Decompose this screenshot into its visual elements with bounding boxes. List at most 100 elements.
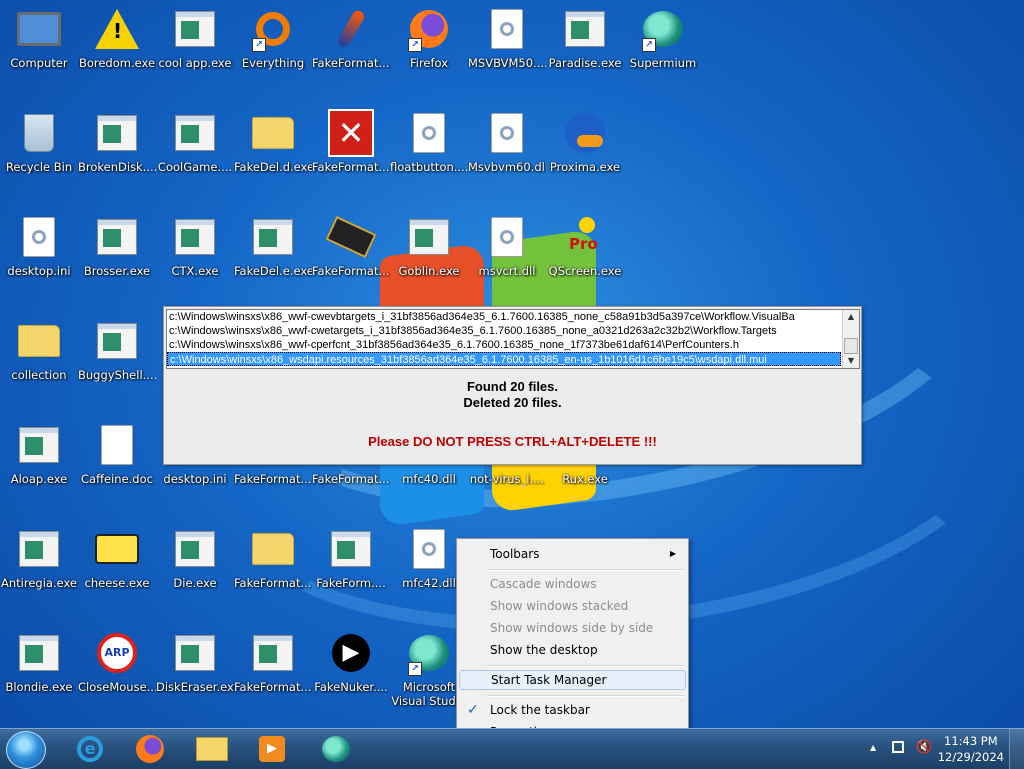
- taskbar[interactable]: e ▶ ▲ 🔇 11:43 PM 12/29/2024: [0, 728, 1024, 769]
- desktop-icon[interactable]: MSVBVM50....: [468, 0, 546, 90]
- menu-separator: [487, 695, 684, 697]
- icon-image: [172, 214, 218, 260]
- menu-separator: [487, 569, 684, 571]
- scroll-down-icon[interactable]: ▼: [843, 354, 859, 368]
- application-icon: [565, 11, 605, 47]
- desktop-icon-label: CloseMouse....: [78, 680, 156, 694]
- icon-image: [16, 6, 62, 52]
- volume-muted-icon[interactable]: 🔇: [916, 740, 932, 755]
- desktop-icon[interactable]: Proxima.exe: [546, 104, 624, 194]
- desktop-icon-label: Proxima.exe: [549, 160, 621, 174]
- icon-image: [406, 214, 452, 260]
- desktop-icon-label: Supermium: [629, 56, 697, 70]
- desktop-icon-label: FakeNuker....: [314, 680, 388, 694]
- desktop-icon-label: BrokenDisk....: [78, 160, 156, 174]
- list-item[interactable]: c:\Windows\winsxs\x86_wwf-cperfcnt_31bf3…: [167, 338, 843, 352]
- icon-image: [172, 526, 218, 572]
- taskbar-supermium[interactable]: [310, 731, 362, 767]
- desktop-icon[interactable]: ✕ FakeFormat....: [312, 104, 390, 194]
- desktop-icon[interactable]: BuggyShell....: [78, 312, 156, 402]
- desktop-icon[interactable]: cheese.exe: [78, 520, 156, 610]
- desktop-icon[interactable]: Blondie.exe: [0, 624, 78, 714]
- desktop-icon[interactable]: Recycle Bin: [0, 104, 78, 194]
- start-button[interactable]: [6, 731, 46, 769]
- desktop-icon-label: cool app.exe: [158, 56, 232, 70]
- icon-image: ↗: [406, 6, 452, 52]
- desktop-icon[interactable]: ↗ Everything: [234, 0, 312, 90]
- taskbar-media-player[interactable]: ▶: [246, 731, 298, 767]
- desktop-icon[interactable]: BrokenDisk....: [78, 104, 156, 194]
- desktop-icon[interactable]: ! Boredom.exe: [78, 0, 156, 90]
- desktop-icon[interactable]: FakeForm....: [312, 520, 390, 610]
- desktop-icon[interactable]: floatbutton....: [390, 104, 468, 194]
- taskbar-explorer[interactable]: [186, 731, 238, 767]
- taskbar-internet-explorer[interactable]: e: [64, 731, 116, 767]
- icon-image: [562, 214, 608, 260]
- icon-image: [172, 630, 218, 676]
- desktop-icon[interactable]: ↗ Supermium: [624, 0, 702, 90]
- desktop-icon[interactable]: FakeFormat....: [312, 0, 390, 90]
- desktop-icon[interactable]: DiskEraser.exe: [156, 624, 234, 714]
- icon-image: [16, 318, 62, 364]
- taskbar-firefox[interactable]: [124, 731, 176, 767]
- red-x-icon: ✕: [328, 109, 374, 157]
- list-item-selected[interactable]: c:\Windows\winsxs\x86_wsdapi.resources_3…: [167, 352, 841, 366]
- deleted-files-listbox[interactable]: c:\Windows\winsxs\x86_wwf-cwevbtargets_i…: [166, 309, 860, 369]
- menu-item-lock-taskbar[interactable]: ✓ Lock the taskbar: [459, 700, 686, 720]
- icon-image: [172, 110, 218, 156]
- menu-item-toolbars[interactable]: Toolbars ▶: [459, 544, 686, 564]
- icon-image: [94, 422, 140, 468]
- desktop-icon[interactable]: Msvbvm60.dll: [468, 104, 546, 194]
- desktop-icon-label: cheese.exe: [84, 576, 150, 590]
- show-desktop-button[interactable]: [1009, 729, 1024, 769]
- desktop-icon[interactable]: Goblin.exe: [390, 208, 468, 298]
- network-icon[interactable]: [892, 741, 904, 753]
- internet-explorer-icon: e: [77, 736, 103, 762]
- clock[interactable]: 11:43 PM 12/29/2024: [938, 733, 1004, 765]
- menu-item-cascade-windows: Cascade windows: [490, 577, 597, 591]
- desktop-icon[interactable]: Antiregia.exe: [0, 520, 78, 610]
- desktop-icon[interactable]: FakeFormat....: [234, 520, 312, 610]
- application-icon: [175, 531, 215, 567]
- media-player-icon: ▶: [259, 736, 285, 762]
- desktop-icon[interactable]: CoolGame....: [156, 104, 234, 194]
- desktop-icon[interactable]: FakeFormat....: [234, 624, 312, 714]
- desktop-icon[interactable]: desktop.ini: [0, 208, 78, 298]
- menu-item-start-task-manager[interactable]: Start Task Manager: [459, 670, 686, 690]
- settings-file-icon: [413, 529, 445, 569]
- desktop-icon-label: mfc40.dll: [402, 472, 456, 486]
- desktop-icon[interactable]: Computer: [0, 0, 78, 90]
- desktop-icon[interactable]: Paradise.exe: [546, 0, 624, 90]
- scroll-up-icon[interactable]: ▲: [843, 310, 859, 324]
- application-icon: [19, 531, 59, 567]
- desktop-icon-label: QScreen.exe: [548, 264, 622, 278]
- desktop-icon[interactable]: Brosser.exe: [78, 208, 156, 298]
- scroll-thumb[interactable]: [844, 338, 858, 354]
- desktop-icon[interactable]: msvcrt.dll: [468, 208, 546, 298]
- desktop-icon-label: DiskEraser.exe: [156, 680, 234, 694]
- desktop-icon[interactable]: FakeFormat....: [312, 208, 390, 298]
- menu-item-show-desktop[interactable]: Show the desktop: [459, 640, 686, 660]
- desktop-icon[interactable]: ▶ FakeNuker....: [312, 624, 390, 714]
- icon-image: ↗: [406, 630, 452, 676]
- desktop-icon[interactable]: Aloap.exe: [0, 416, 78, 506]
- icon-image: ▶: [328, 630, 374, 676]
- desktop-icon[interactable]: ↗ Firefox: [390, 0, 468, 90]
- desktop-icon[interactable]: Caffeine.doc: [78, 416, 156, 506]
- desktop-icon[interactable]: FakeDel.d.exe: [234, 104, 312, 194]
- listbox-scrollbar[interactable]: ▲ ▼: [842, 310, 859, 368]
- desktop-icon[interactable]: CTX.exe: [156, 208, 234, 298]
- desktop-icon[interactable]: FakeDel.e.exe: [234, 208, 312, 298]
- desktop-icon[interactable]: cool app.exe: [156, 0, 234, 90]
- desktop-icon[interactable]: collection: [0, 312, 78, 402]
- desktop-icon[interactable]: Die.exe: [156, 520, 234, 610]
- desktop-icon-label: Aloap.exe: [10, 472, 68, 486]
- shortcut-arrow-icon: ↗: [642, 38, 656, 52]
- list-item[interactable]: c:\Windows\winsxs\x86_wwf-cwetargets_i_3…: [167, 324, 843, 338]
- icon-image: !: [94, 6, 140, 52]
- desktop-icon[interactable]: QScreen.exe: [546, 208, 624, 298]
- found-files-text: Found 20 files.: [466, 379, 558, 394]
- desktop-icon[interactable]: ARP CloseMouse....: [78, 624, 156, 714]
- show-hidden-icons-arrow-icon[interactable]: ▲: [870, 743, 876, 752]
- list-item[interactable]: c:\Windows\winsxs\x86_wwf-cwevbtargets_i…: [167, 310, 843, 324]
